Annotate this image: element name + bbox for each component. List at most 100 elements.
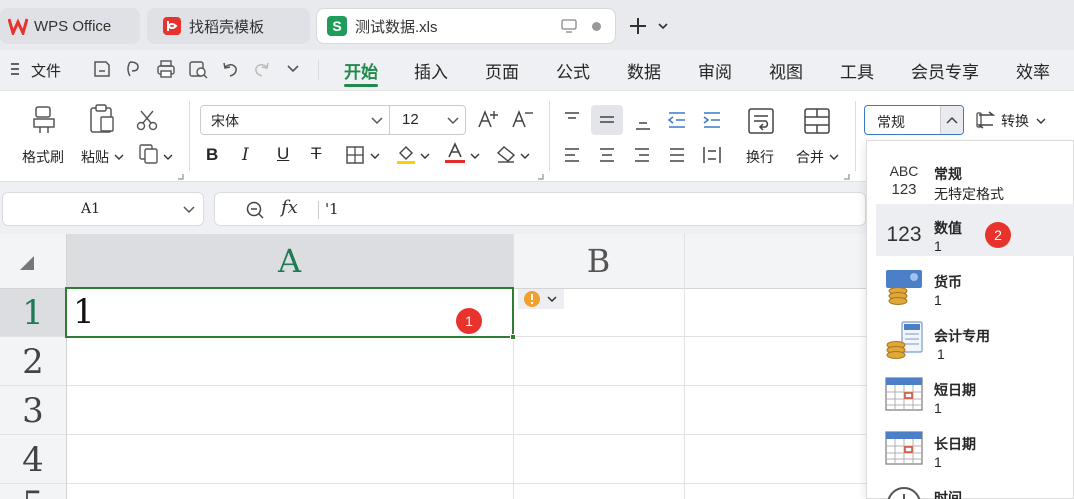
- format-option-sample: 1: [934, 400, 942, 416]
- distributed-align-icon[interactable]: [702, 146, 722, 164]
- clear-format-icon[interactable]: [496, 145, 516, 163]
- format-option-general[interactable]: ABC 123 常规 无特定格式: [876, 150, 1074, 202]
- format-option-currency[interactable]: 货币 1: [876, 258, 1074, 310]
- redo-icon[interactable]: [252, 59, 272, 79]
- menu-item-home[interactable]: 开始: [344, 58, 378, 83]
- format-option-long-date[interactable]: 长日期 1: [876, 420, 1074, 472]
- menu-item-insert[interactable]: 插入: [414, 58, 448, 83]
- menu-item-page[interactable]: 页面: [485, 58, 519, 83]
- cell-a1[interactable]: 1: [65, 287, 516, 340]
- font-color-dropdown-icon[interactable]: [470, 153, 480, 159]
- hamburger-icon[interactable]: [10, 62, 20, 76]
- menu-item-tools[interactable]: 工具: [840, 58, 874, 83]
- tab-template[interactable]: 找稻壳模板: [147, 8, 310, 44]
- menu-item-review[interactable]: 审阅: [698, 58, 732, 83]
- format-option-time[interactable]: 时间: [876, 474, 1074, 499]
- wrap-text-label[interactable]: 换行: [746, 147, 774, 167]
- border-icon[interactable]: [346, 146, 364, 164]
- format-option-number[interactable]: 123 数值 1: [876, 204, 1074, 256]
- row-header-5[interactable]: 5: [0, 484, 66, 499]
- italic-icon[interactable]: I: [242, 145, 249, 165]
- error-indicator[interactable]: [518, 289, 564, 309]
- new-tab-icon[interactable]: [628, 16, 648, 36]
- monitor-icon[interactable]: [561, 19, 577, 33]
- group-expand-icon[interactable]: [177, 173, 184, 180]
- column-header-a[interactable]: A: [66, 234, 513, 288]
- bold-icon[interactable]: B: [206, 145, 218, 165]
- menu-item-view[interactable]: 视图: [769, 58, 803, 83]
- menu-item-data[interactable]: 数据: [627, 58, 661, 83]
- print-icon[interactable]: [156, 59, 176, 79]
- row-header-1[interactable]: 1: [0, 288, 66, 337]
- increase-indent-icon[interactable]: [702, 111, 722, 129]
- print-preview-icon[interactable]: [188, 59, 208, 79]
- unsaved-dot-icon[interactable]: [592, 22, 601, 31]
- chevron-down-icon[interactable]: [183, 206, 195, 214]
- calendar-icon: [884, 374, 924, 414]
- menu-item-efficiency[interactable]: 效率: [1016, 58, 1050, 83]
- tab-wps-office[interactable]: WPS Office: [0, 8, 140, 44]
- number-format-toggle[interactable]: [940, 106, 963, 134]
- tab-test-data[interactable]: S 测试数据.xls: [316, 8, 616, 44]
- paste-label[interactable]: 粘贴: [81, 147, 109, 167]
- number-format-select[interactable]: 常规: [864, 105, 964, 135]
- column-header-b[interactable]: B: [513, 234, 684, 288]
- format-option-short-date[interactable]: 短日期 1: [876, 366, 1074, 418]
- cut-icon[interactable]: [136, 109, 158, 131]
- group-expand-icon[interactable]: [843, 173, 850, 180]
- paste-dropdown-icon[interactable]: [114, 154, 124, 160]
- decrease-indent-icon[interactable]: [667, 111, 687, 129]
- copy-dropdown-icon[interactable]: [163, 154, 173, 160]
- merge-cells-label[interactable]: 合并: [796, 147, 824, 167]
- format-option-accounting[interactable]: 会计专用 1: [876, 312, 1074, 364]
- name-box[interactable]: A1: [2, 192, 204, 226]
- menu-item-member[interactable]: 会员专享: [911, 58, 979, 83]
- font-size-select[interactable]: 12: [389, 105, 466, 135]
- align-middle-button[interactable]: [591, 105, 623, 135]
- save-icon[interactable]: [92, 59, 112, 79]
- merge-cells-icon[interactable]: [803, 107, 831, 135]
- more-chevron-icon[interactable]: [286, 65, 300, 73]
- underline-icon[interactable]: U: [277, 144, 289, 164]
- zoom-search-icon[interactable]: [245, 200, 265, 220]
- row-header-4[interactable]: 4: [0, 435, 66, 484]
- fill-color-icon[interactable]: [396, 143, 416, 165]
- decrease-font-icon[interactable]: [512, 109, 534, 129]
- column-header-c[interactable]: [684, 234, 866, 288]
- increase-font-icon[interactable]: [478, 109, 500, 129]
- font-color-icon[interactable]: [444, 142, 466, 164]
- tab-label: 找稻壳模板: [189, 18, 265, 36]
- align-bottom-icon[interactable]: [634, 117, 652, 131]
- convert-icon[interactable]: [976, 111, 996, 129]
- border-dropdown-icon[interactable]: [370, 153, 380, 159]
- menu-item-formula[interactable]: 公式: [556, 58, 590, 83]
- format-painter-icon[interactable]: [30, 105, 58, 135]
- row-header-3[interactable]: 3: [0, 386, 66, 435]
- convert-dropdown-icon[interactable]: [1036, 118, 1046, 124]
- copy-icon[interactable]: [138, 143, 160, 165]
- paste-icon[interactable]: [88, 103, 116, 135]
- clear-dropdown-icon[interactable]: [520, 153, 530, 159]
- merge-dropdown-icon[interactable]: [829, 154, 839, 160]
- export-pdf-icon[interactable]: [124, 59, 144, 79]
- align-center-icon[interactable]: [598, 147, 616, 163]
- insert-function-icon[interactable]: fx: [281, 197, 298, 218]
- file-menu[interactable]: 文件: [31, 60, 61, 81]
- chevron-down-icon[interactable]: [657, 22, 669, 30]
- formula-input[interactable]: fx '1: [214, 192, 866, 226]
- justify-icon[interactable]: [668, 147, 686, 163]
- format-painter-label[interactable]: 格式刷: [22, 147, 64, 167]
- strikethrough-icon[interactable]: T: [311, 144, 321, 164]
- align-left-icon[interactable]: [563, 147, 581, 163]
- fill-color-dropdown-icon[interactable]: [420, 153, 430, 159]
- wrap-text-icon[interactable]: [747, 107, 775, 135]
- convert-label[interactable]: 转换: [1001, 111, 1029, 131]
- group-expand-icon[interactable]: [537, 173, 544, 180]
- fill-handle[interactable]: [510, 334, 516, 340]
- row-header-2[interactable]: 2: [0, 337, 66, 386]
- font-name-select[interactable]: 宋体: [200, 105, 390, 135]
- align-right-icon[interactable]: [633, 147, 651, 163]
- align-top-icon[interactable]: [563, 111, 581, 127]
- undo-icon[interactable]: [220, 59, 240, 79]
- select-all-corner[interactable]: [0, 234, 66, 288]
